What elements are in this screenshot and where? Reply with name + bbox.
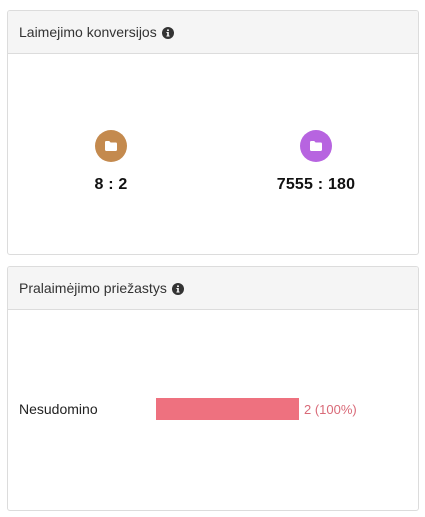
info-circle-icon[interactable] — [171, 282, 184, 295]
folder-icon — [300, 130, 332, 162]
loss-reasons-list: Nesudomino 2 (100%) — [8, 310, 418, 510]
folder-icon — [95, 130, 127, 162]
conversion-stats: 8 : 2 7555 : 180 — [8, 54, 418, 254]
loss-reason-label: Nesudomino — [19, 401, 98, 417]
conversions-panel-header: Laimejimo konversijos — [8, 11, 418, 54]
loss-reasons-panel-header: Pralaimėjimo priežastys — [8, 267, 418, 310]
conversion-stat-right: 7555 : 180 — [256, 130, 376, 194]
loss-reason-bar-fill — [156, 398, 299, 420]
loss-reason-bar — [156, 398, 299, 420]
conversion-stat-value: 8 : 2 — [94, 176, 128, 193]
conversions-panel-title: Laimejimo konversijos — [19, 24, 157, 40]
loss-reason-value: 2 (100%) — [304, 401, 357, 417]
conversion-stat-left: 8 : 2 — [51, 130, 171, 194]
loss-reason-row: Nesudomino 2 (100%) — [19, 398, 409, 420]
info-circle-icon[interactable] — [161, 26, 174, 39]
conversion-stat-value: 7555 : 180 — [276, 176, 356, 193]
loss-reasons-panel-title: Pralaimėjimo priežastys — [19, 280, 167, 296]
loss-reasons-panel: Pralaimėjimo priežastys Nesudomino 2 (10… — [7, 266, 419, 511]
conversions-panel: Laimejimo konversijos 8 : 2 7555: 180 — [7, 10, 419, 255]
